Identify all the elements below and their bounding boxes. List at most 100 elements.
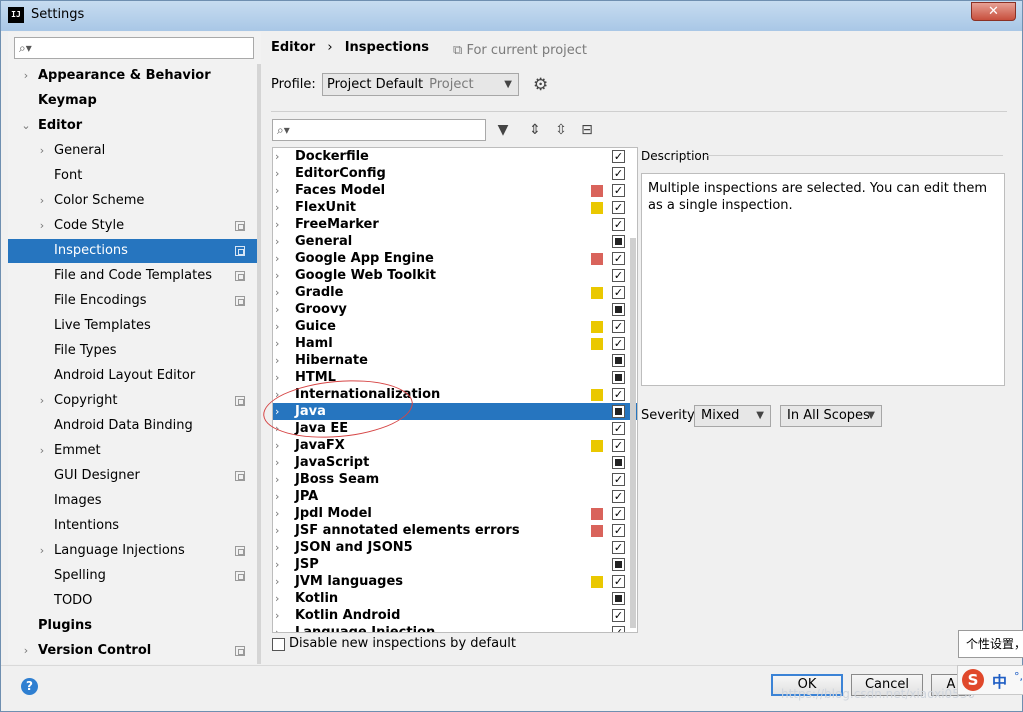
sidebar-item[interactable]: › Color Scheme (8, 189, 259, 213)
inspection-row[interactable]: › JavaFX ✓ (273, 437, 637, 454)
sidebar-item[interactable]: File Encodings (8, 289, 259, 313)
sidebar-item[interactable]: TODO (8, 589, 259, 613)
inspection-checkbox[interactable]: ✓ (612, 575, 625, 588)
scope-select[interactable]: In All Scopes ▼ (780, 405, 882, 427)
inspection-row[interactable]: › JPA ✓ (273, 488, 637, 505)
inspection-checkbox[interactable]: ✓ (612, 388, 625, 401)
chevron-right-icon[interactable]: › (275, 539, 285, 556)
sidebar-item[interactable]: Spelling (8, 564, 259, 588)
inspection-row[interactable]: › FreeMarker ✓ (273, 216, 637, 233)
ime-toolbar[interactable]: S 中 °, (957, 665, 1023, 695)
sidebar-item[interactable]: Intentions (8, 514, 259, 538)
inspection-row[interactable]: › Groovy (273, 301, 637, 318)
sidebar-item[interactable]: › Copyright (8, 389, 259, 413)
inspection-checkbox[interactable]: ✓ (612, 184, 625, 197)
disable-new-inspections-checkbox[interactable] (272, 638, 285, 651)
severity-select[interactable]: Mixed ▼ (694, 405, 771, 427)
chevron-right-icon[interactable]: › (36, 139, 48, 163)
chevron-right-icon[interactable]: › (275, 301, 285, 318)
chevron-right-icon[interactable]: › (275, 284, 285, 301)
chevron-right-icon[interactable]: › (275, 352, 285, 369)
chevron-right-icon[interactable]: › (275, 522, 285, 539)
inspection-row[interactable]: › JSON and JSON5 ✓ (273, 539, 637, 556)
inspection-row[interactable]: › Dockerfile ✓ (273, 148, 637, 165)
inspection-checkbox[interactable]: ✓ (612, 422, 625, 435)
inspection-checkbox[interactable]: ✓ (612, 150, 625, 163)
inspection-checkbox[interactable] (612, 456, 625, 469)
ime-punctuation-indicator[interactable]: °, (1014, 670, 1023, 683)
inspection-checkbox[interactable]: ✓ (612, 609, 625, 622)
chevron-right-icon[interactable]: › (275, 488, 285, 505)
chevron-right-icon[interactable]: › (275, 573, 285, 590)
sidebar-item[interactable]: Live Templates (8, 314, 259, 338)
inspection-row[interactable]: › Faces Model ✓ (273, 182, 637, 199)
inspection-row[interactable]: › JavaScript (273, 454, 637, 471)
profile-select[interactable]: Project Default Project ▼ (322, 73, 519, 96)
inspection-checkbox[interactable]: ✓ (612, 337, 625, 350)
collapse-all-icon[interactable]: ⇳ (552, 121, 570, 139)
chevron-right-icon[interactable]: › (275, 454, 285, 471)
chevron-right-icon[interactable]: › (275, 335, 285, 352)
sidebar-item[interactable]: › Language Injections (8, 539, 259, 563)
inspection-row[interactable]: › Hibernate (273, 352, 637, 369)
inspection-checkbox[interactable] (612, 354, 625, 367)
sidebar-item[interactable]: Keymap (8, 89, 259, 113)
inspection-checkbox[interactable]: ✓ (612, 439, 625, 452)
chevron-right-icon[interactable]: › (275, 318, 285, 335)
inspection-row[interactable]: › Google Web Toolkit ✓ (273, 267, 637, 284)
sidebar-item[interactable]: › Version Control (8, 639, 259, 663)
chevron-right-icon[interactable]: › (275, 165, 285, 182)
sidebar-item[interactable]: GUI Designer (8, 464, 259, 488)
inspection-row[interactable]: › Kotlin (273, 590, 637, 607)
inspection-checkbox[interactable]: ✓ (612, 507, 625, 520)
sidebar-item[interactable]: › Appearance & Behavior (8, 64, 259, 88)
chevron-right-icon[interactable]: › (275, 216, 285, 233)
sidebar-item[interactable]: Images (8, 489, 259, 513)
inspection-row[interactable]: › JSF annotated elements errors ✓ (273, 522, 637, 539)
sidebar-item[interactable]: Android Layout Editor (8, 364, 259, 388)
chevron-right-icon[interactable]: › (20, 64, 32, 88)
expand-all-icon[interactable]: ⇕ (526, 121, 544, 139)
inspection-checkbox[interactable] (612, 371, 625, 384)
inspection-row[interactable]: › Google App Engine ✓ (273, 250, 637, 267)
inspection-checkbox[interactable]: ✓ (612, 541, 625, 554)
chevron-right-icon[interactable]: › (36, 389, 48, 413)
sidebar-item[interactable]: › Emmet (8, 439, 259, 463)
sidebar-item[interactable]: Android Data Binding (8, 414, 259, 438)
inspection-row[interactable]: › EditorConfig ✓ (273, 165, 637, 182)
chevron-right-icon[interactable]: › (275, 267, 285, 284)
sidebar-item[interactable]: Font (8, 164, 259, 188)
inspection-row[interactable]: › Language Injection ✓ (273, 624, 637, 632)
close-button[interactable]: ✕ (971, 2, 1016, 21)
inspection-checkbox[interactable]: ✓ (612, 473, 625, 486)
chevron-right-icon[interactable]: › (275, 199, 285, 216)
chevron-right-icon[interactable]: › (275, 556, 285, 573)
inspection-checkbox[interactable]: ✓ (612, 201, 625, 214)
inspection-checkbox[interactable] (612, 303, 625, 316)
inspections-scrollbar[interactable] (630, 238, 636, 628)
chevron-right-icon[interactable]: › (275, 437, 285, 454)
sidebar-item[interactable]: ⌄ Editor (8, 114, 259, 138)
inspection-row[interactable]: › General (273, 233, 637, 250)
sidebar-item[interactable]: Plugins (8, 614, 259, 638)
inspection-checkbox[interactable]: ✓ (612, 269, 625, 282)
ime-mode-indicator[interactable]: 中 (992, 671, 1007, 692)
inspection-checkbox[interactable]: ✓ (612, 218, 625, 231)
inspection-row[interactable]: › Gradle ✓ (273, 284, 637, 301)
chevron-right-icon[interactable]: › (275, 369, 285, 386)
inspection-row[interactable]: › JSP (273, 556, 637, 573)
chevron-right-icon[interactable]: › (36, 214, 48, 238)
filter-icon[interactable]: ▼ (494, 121, 512, 139)
inspections-search-input[interactable]: ⌕▾ (272, 119, 486, 141)
chevron-right-icon[interactable]: › (36, 189, 48, 213)
inspection-row[interactable]: › Guice ✓ (273, 318, 637, 335)
chevron-right-icon[interactable]: › (275, 607, 285, 624)
chevron-right-icon[interactable]: › (275, 182, 285, 199)
chevron-right-icon[interactable]: › (36, 439, 48, 463)
inspection-checkbox[interactable]: ✓ (612, 524, 625, 537)
inspection-checkbox[interactable] (612, 592, 625, 605)
chevron-right-icon[interactable]: › (275, 624, 285, 632)
chevron-right-icon[interactable]: › (275, 233, 285, 250)
inspection-checkbox[interactable]: ✓ (612, 320, 625, 333)
gear-icon[interactable]: ⚙ (533, 75, 548, 95)
